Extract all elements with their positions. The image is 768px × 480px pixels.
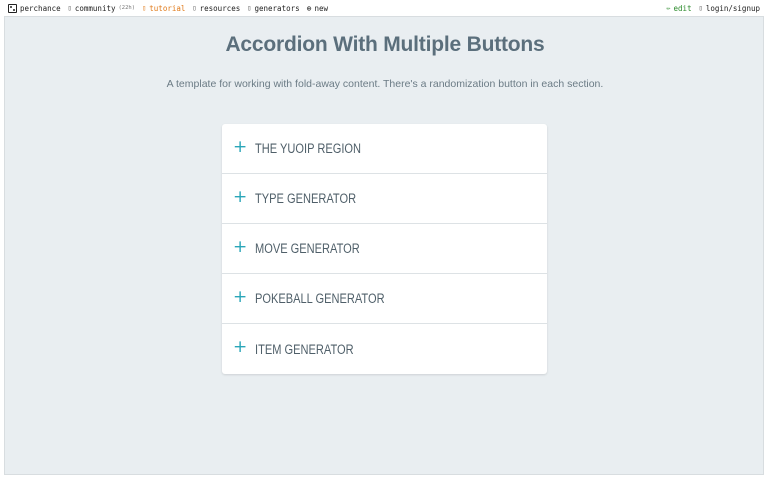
accordion-item-move-generator[interactable]: + MOVE GENERATOR bbox=[222, 224, 547, 274]
edit-link[interactable]: ✏ edit bbox=[666, 4, 691, 13]
accordion-item-label: TYPE GENERATOR bbox=[255, 191, 357, 206]
accordion-item-type-generator[interactable]: + TYPE GENERATOR bbox=[222, 174, 547, 224]
dice-icon bbox=[8, 3, 17, 13]
community-link[interactable]: ▯ community (22h) bbox=[68, 4, 135, 13]
top-nav-bar: perchance ▯ community (22h) ▯ tutorial ▯… bbox=[0, 0, 768, 16]
login-link[interactable]: ▯ login/signup bbox=[699, 4, 760, 13]
top-nav-right: ✏ edit ▯ login/signup bbox=[666, 4, 760, 13]
accordion-item-label: THE YUOIP REGION bbox=[255, 141, 362, 156]
new-link[interactable]: ⊕ new bbox=[307, 4, 328, 13]
user-icon: ▯ bbox=[698, 4, 703, 12]
accordion-item-label: MOVE GENERATOR bbox=[255, 241, 360, 256]
tutorial-link[interactable]: ▯ tutorial bbox=[142, 4, 185, 13]
grid-icon: ▯ bbox=[247, 4, 252, 12]
plus-icon: + bbox=[233, 186, 248, 207]
pencil-icon: ✏ bbox=[666, 4, 671, 12]
tutorial-label: tutorial bbox=[149, 3, 186, 13]
page-subtitle: A template for working with fold-away co… bbox=[166, 78, 604, 90]
accordion-item-label: POKEBALL GENERATOR bbox=[255, 291, 385, 306]
accordion-item-pokeball-generator[interactable]: + POKEBALL GENERATOR bbox=[222, 274, 547, 324]
resources-label: resources bbox=[199, 3, 241, 13]
plus-icon: + bbox=[233, 337, 248, 357]
plus-circle-icon: ⊕ bbox=[306, 3, 312, 13]
folder-icon: ▯ bbox=[192, 4, 197, 12]
accordion-item-label: ITEM GENERATOR bbox=[255, 341, 354, 357]
plus-icon: + bbox=[233, 136, 248, 157]
brand-link[interactable]: perchance bbox=[8, 3, 61, 13]
login-label: login/signup bbox=[705, 3, 760, 13]
generators-label: generators bbox=[254, 3, 300, 13]
phone-icon: ▯ bbox=[67, 4, 72, 12]
brand-label: perchance bbox=[20, 3, 61, 13]
community-badge: (22h) bbox=[118, 5, 136, 11]
plus-icon: + bbox=[233, 236, 248, 257]
edit-label: edit bbox=[673, 3, 692, 13]
book-icon: ▯ bbox=[142, 4, 147, 12]
plus-icon: + bbox=[233, 286, 248, 307]
accordion: + THE YUOIP REGION + TYPE GENERATOR + MO… bbox=[222, 124, 547, 374]
generators-link[interactable]: ▯ generators bbox=[247, 4, 299, 13]
generator-output-frame: Accordion With Multiple Buttons A templa… bbox=[4, 16, 764, 475]
resources-link[interactable]: ▯ resources bbox=[192, 4, 240, 13]
community-label: community bbox=[74, 3, 116, 13]
accordion-item-yuoip-region[interactable]: + THE YUOIP REGION bbox=[222, 124, 547, 174]
new-label: new bbox=[314, 3, 329, 13]
top-nav-left: perchance ▯ community (22h) ▯ tutorial ▯… bbox=[8, 3, 328, 13]
accordion-item-item-generator[interactable]: + ITEM GENERATOR bbox=[222, 324, 547, 374]
page-title: Accordion With Multiple Buttons bbox=[225, 33, 545, 56]
